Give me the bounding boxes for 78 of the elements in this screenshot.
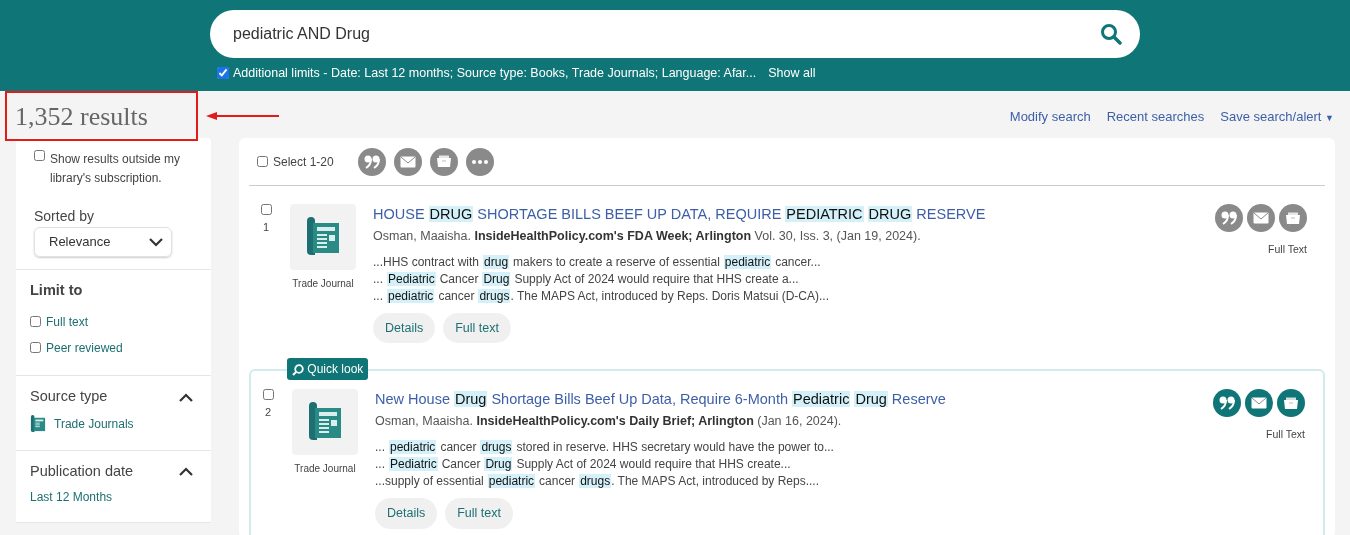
checkbox[interactable]	[30, 316, 41, 328]
details-button[interactable]: Details	[375, 497, 438, 529]
envelope-icon	[1251, 397, 1267, 410]
sort-label: Sorted by	[34, 207, 95, 226]
snippet-text: ... Pediatric Cancer Drug Supply Act of 2024 would require that HHS create...	[375, 455, 792, 473]
arrow-icon	[206, 111, 280, 121]
magnifier-icon	[292, 364, 304, 377]
result-number: 1	[262, 220, 270, 235]
quote-icon	[363, 154, 380, 169]
folder-icon	[435, 155, 452, 168]
full-text-button[interactable]: Full text	[445, 497, 513, 529]
availability-label: Full Text	[1266, 427, 1305, 443]
save-button[interactable]	[1277, 389, 1305, 418]
folder-icon	[1285, 211, 1301, 225]
envelope-icon	[399, 155, 416, 168]
search-icon	[1100, 23, 1122, 45]
collapse-toggle[interactable]	[179, 466, 193, 476]
section-title: Publication date	[30, 462, 134, 481]
result-number: 2	[264, 405, 272, 421]
checkbox[interactable]	[34, 150, 45, 161]
snippet-text: ...supply of essential pediatric cancer drugs. The MAPS Act, introduced by Reps....	[375, 472, 821, 490]
collapse-toggle[interactable]	[179, 392, 193, 402]
quote-icon	[1219, 396, 1235, 411]
checkbox-label: Full text	[46, 315, 88, 330]
search-button[interactable]	[1100, 23, 1122, 45]
details-button[interactable]: Details	[373, 312, 436, 344]
chevron-up-icon	[179, 466, 193, 476]
result-checkbox[interactable]	[262, 389, 274, 401]
checkbox-label: Select 1-20	[273, 153, 334, 171]
email-button[interactable]	[1245, 389, 1273, 418]
document-type: Trade Journal	[292, 277, 354, 291]
quick-look-badge[interactable]: Quick look	[287, 358, 369, 381]
cite-button[interactable]	[1215, 204, 1243, 232]
journal-icon	[30, 413, 46, 434]
full-text-button[interactable]: Full text	[443, 312, 511, 344]
snippet-text: ... pediatric cancer drugs stored in reserve. HHS secretary would have the power to...	[375, 438, 835, 456]
select-all-checkbox[interactable]	[257, 156, 268, 167]
chevron-down-icon	[149, 237, 163, 247]
citation-text: Osman, Maaisha. InsideHealthPolicy.com's Daily Brief; Arlington (Jan 16, 2024).	[375, 413, 843, 430]
show-all-link[interactable]: Show all	[768, 64, 816, 83]
save-search-dropdown[interactable]: Save search/alert ▼	[1220, 107, 1334, 127]
filter-link[interactable]: Last 12 Months	[30, 488, 113, 507]
results-count: 1,352 results	[14, 100, 149, 133]
journal-icon	[307, 402, 343, 443]
email-button[interactable]	[393, 147, 422, 176]
checkbox[interactable]	[30, 342, 41, 354]
section-title: Limit to	[30, 282, 84, 300]
checkbox-label: Show results outside my library's subscription.	[50, 151, 182, 187]
snippet-text: ...HHS contract with drug makers to create a reserve of essential pediatric cancer...	[373, 253, 822, 271]
limits-text: Additional limits - Date: Last 12 months; Source type: Books, Trade Journals; Language: Afar...	[233, 65, 757, 82]
folder-icon	[1283, 396, 1299, 410]
more-icon	[471, 159, 488, 164]
journal-icon	[305, 217, 341, 257]
save-button[interactable]	[429, 147, 458, 176]
document-type: Trade Journal	[294, 462, 356, 477]
save-button[interactable]	[1279, 204, 1307, 232]
result-title[interactable]: HOUSE DRUG SHORTAGE BILLS BEEF UP DATA, REQUIRE PEDIATRIC DRUG RESERVE	[373, 206, 986, 222]
filter-link[interactable]: Trade Journals	[54, 414, 134, 433]
top-link[interactable]: Modify search	[1009, 107, 1091, 127]
cite-button[interactable]	[357, 147, 386, 176]
snippet-text: ... pediatric cancer drugs. The MAPS Act, introduced by Reps. Doris Matsui (D-CA)...	[373, 287, 830, 305]
envelope-icon	[1253, 212, 1269, 224]
more-button[interactable]	[465, 147, 494, 176]
limits-checkbox[interactable]	[217, 67, 229, 80]
cite-button[interactable]	[1213, 389, 1241, 418]
sort-dropdown[interactable]: Relevance	[34, 227, 172, 257]
checkbox-label: Peer reviewed	[46, 341, 123, 356]
chevron-up-icon	[179, 392, 193, 402]
result-title[interactable]: New House Drug Shortage Bills Beef Up Data, Require 6-Month Pediatric Drug Reserve	[375, 391, 946, 408]
result-checkbox[interactable]	[260, 204, 272, 215]
citation-text: Osman, Maaisha. InsideHealthPolicy.com's FDA Week; Arlington Vol. 30, Iss. 3, (Jan 19, 2024).	[373, 227, 922, 245]
section-title: Source type	[30, 388, 108, 406]
quote-icon	[1221, 211, 1237, 225]
top-link[interactable]: Recent searches	[1106, 107, 1205, 127]
search-field[interactable]: pediatric AND Drug	[210, 10, 1140, 58]
email-button[interactable]	[1247, 204, 1275, 232]
availability-label: Full Text	[1268, 242, 1307, 257]
snippet-text: ... Pediatric Cancer Drug Supply Act of 2024 would require that HHS create a...	[373, 270, 800, 288]
